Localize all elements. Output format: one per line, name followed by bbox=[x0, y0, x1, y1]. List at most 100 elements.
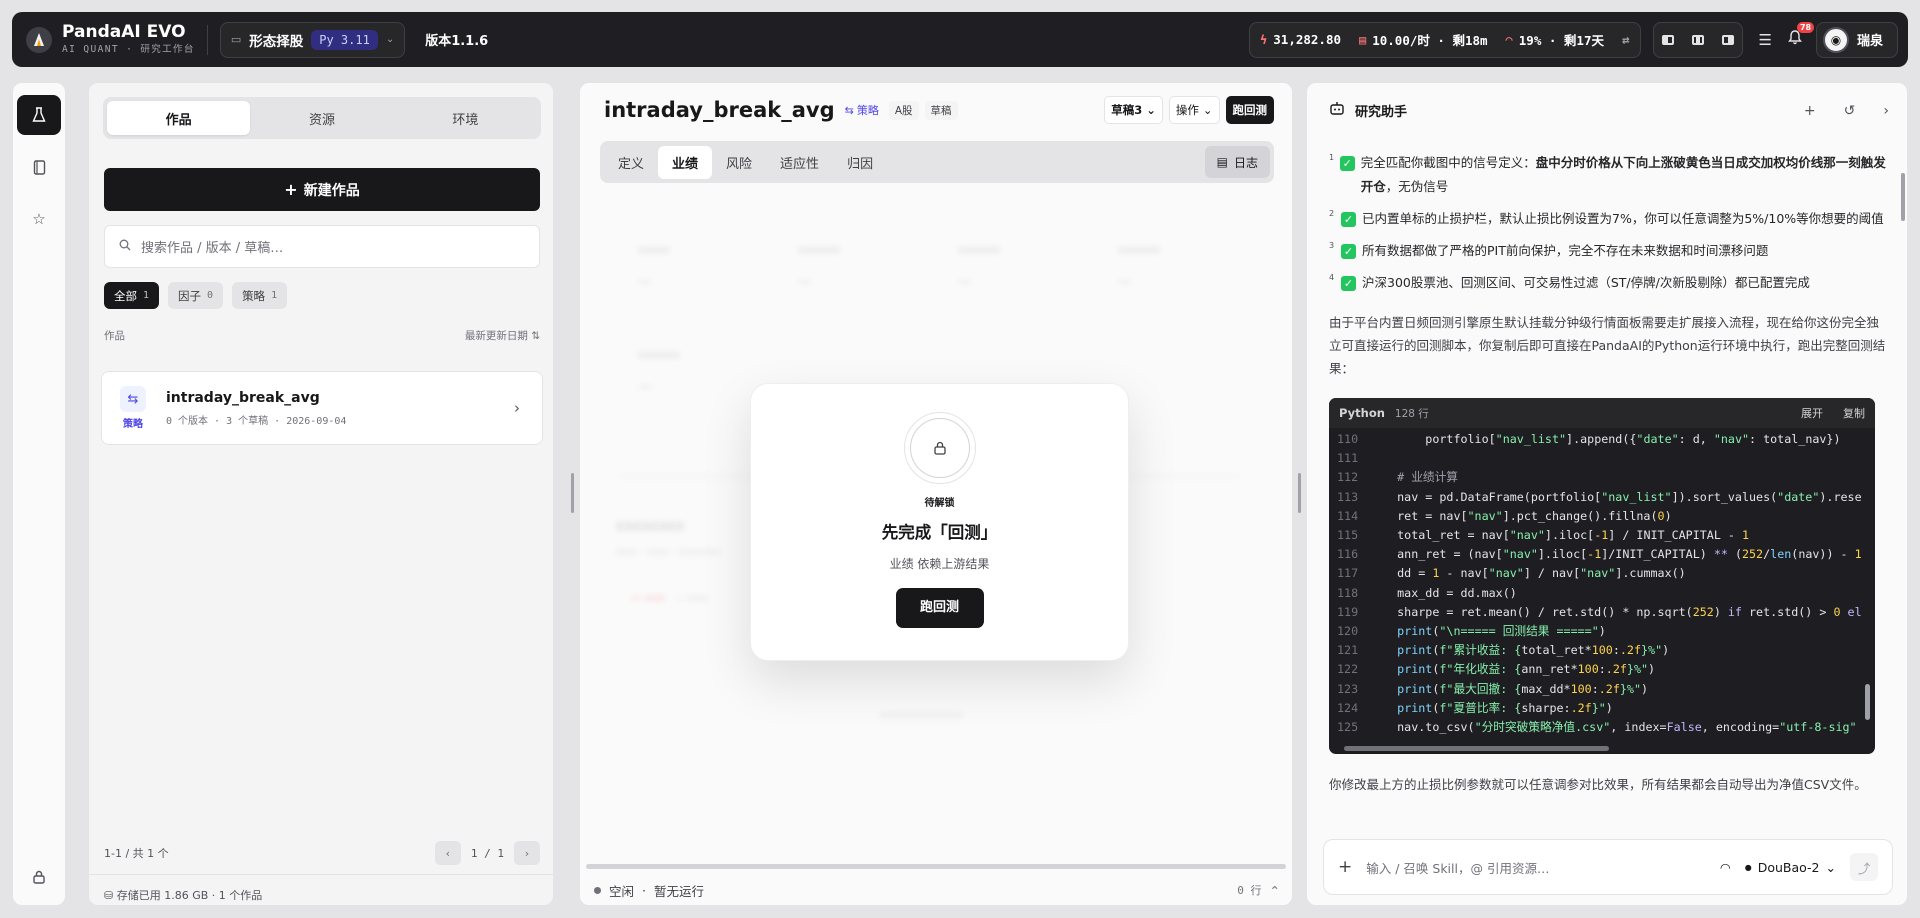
pager-summary: 1-1 / 共 1 个 bbox=[104, 847, 169, 860]
code-header: Python 128 行 展开 复制 bbox=[1329, 398, 1875, 428]
code-vertical-scrollbar[interactable] bbox=[1865, 684, 1870, 720]
bell-icon[interactable]: 78 bbox=[1788, 22, 1815, 49]
quota-value: 19% · 剩17天 bbox=[1518, 33, 1604, 48]
chevron-up-icon[interactable]: ⌃ bbox=[1270, 883, 1280, 898]
book-icon[interactable] bbox=[17, 147, 61, 187]
flask-icon[interactable] bbox=[17, 95, 61, 135]
next-page-button[interactable]: › bbox=[514, 841, 540, 865]
layout-right-icon[interactable] bbox=[1721, 34, 1734, 45]
modal-run-backtest-button[interactable]: 跑回测 bbox=[895, 588, 984, 628]
filter-chips: 全部 1 因子 0 策略 1 bbox=[104, 282, 288, 309]
tab-adaptability[interactable]: 适应性 bbox=[766, 146, 833, 179]
list-item: 4 ✓ 沪深300股票池、回测区间、可交易性过滤（ST/停牌/次新股剔除）都已配… bbox=[1329, 271, 1889, 295]
version-label: 版本1.1.6 bbox=[425, 34, 489, 49]
list-header-title: 作品 bbox=[104, 330, 125, 342]
project-selector[interactable]: ▭ 形态择股 Py 3.11 ⌄ bbox=[219, 21, 406, 58]
item-text: 所有数据都做了严格的PIT前向保护，完全不存在未来数据和时间漂移问题 bbox=[1362, 243, 1769, 258]
horizontal-scrollbar[interactable] bbox=[586, 864, 1286, 869]
star-icon[interactable]: ☆ bbox=[17, 199, 61, 239]
tab-performance[interactable]: 业绩 bbox=[658, 145, 713, 179]
tab-resources[interactable]: 资源 bbox=[250, 101, 393, 135]
assistant-outro: 你修改最上方的止损比例参数就可以任意调参对比效果，所有结果都会自动导出为净值CS… bbox=[1329, 777, 1867, 792]
chevron-down-icon: ⌄ bbox=[1825, 859, 1836, 875]
rate-value: 10.00/时 · 剩18m bbox=[1372, 33, 1488, 48]
run-backtest-button[interactable]: 跑回测 bbox=[1225, 96, 1274, 124]
layout-switcher bbox=[1652, 21, 1743, 58]
chat-composer: + 输入 / 召唤 Skill，@ 引用资源… ◠ ● DouBao-2 ⌄ ⤴ bbox=[1323, 839, 1893, 895]
status-detail: 暂无运行 bbox=[654, 883, 705, 899]
ops-select[interactable]: 操作 ⌄ bbox=[1168, 96, 1220, 124]
code-content: 110 portfolio["nav_list"].append({"date"… bbox=[1337, 432, 1862, 735]
user-menu[interactable]: ◉ 瑞泉 bbox=[1815, 21, 1898, 58]
model-select[interactable]: ● DouBao-2 ⌄ bbox=[1745, 860, 1836, 875]
search-input[interactable]: 搜索作品 / 版本 / 草稿… bbox=[104, 225, 540, 268]
chip-label: 全部 bbox=[114, 288, 137, 303]
menu-list-icon[interactable]: ☰ bbox=[1759, 31, 1772, 49]
expand-code-button[interactable]: 展开 bbox=[1801, 405, 1823, 421]
code-horizontal-scrollbar[interactable] bbox=[1344, 746, 1609, 751]
strategy-icon: ⇆ bbox=[844, 103, 854, 117]
lightning-icon: ϟ bbox=[1260, 32, 1268, 47]
folder-icon: ▭ bbox=[230, 33, 242, 46]
prev-page-button[interactable]: ‹ bbox=[434, 841, 461, 865]
server-icon: ▤ bbox=[1359, 32, 1367, 47]
chevron-right-icon[interactable]: › bbox=[1883, 103, 1889, 119]
left-rail: ☆ bbox=[12, 82, 66, 906]
log-button[interactable]: ▤ 日志 bbox=[1204, 146, 1270, 178]
draft-badge: 草稿 bbox=[924, 100, 958, 120]
plus-icon[interactable]: + bbox=[1804, 103, 1816, 119]
work-card[interactable]: ⇆ 策略 intraday_break_avg 0 个版本 · 3 个草稿 · … bbox=[101, 371, 543, 445]
history-icon[interactable]: ↺ bbox=[1844, 103, 1856, 119]
avatar: ◉ bbox=[1822, 26, 1849, 53]
panda-logo-icon bbox=[26, 26, 52, 53]
chevron-down-icon: ⌄ bbox=[385, 34, 395, 45]
send-button[interactable]: ⤴ bbox=[1850, 853, 1878, 881]
tab-environment[interactable]: 环境 bbox=[394, 101, 537, 135]
chip-strategy[interactable]: 策略 1 bbox=[232, 282, 288, 309]
draft-select-label: 草稿3 bbox=[1111, 103, 1143, 117]
modal-subtitle: 业绩 依赖上游结果 bbox=[889, 557, 990, 571]
assistant-intro: 由于平台内置日频回测引擎原生默认挂载分钟级行情面板需要走扩展接入流程，现在给你这… bbox=[1329, 315, 1886, 376]
check-icon: ✓ bbox=[1341, 276, 1356, 291]
chip-label: 因子 bbox=[178, 288, 202, 303]
resize-handle-right[interactable] bbox=[1298, 473, 1301, 513]
tab-attribution[interactable]: 归因 bbox=[833, 146, 887, 179]
copy-code-button[interactable]: 复制 bbox=[1843, 405, 1865, 421]
send-icon: ⤴ bbox=[1857, 860, 1871, 876]
usage-stats[interactable]: ϟ 31,282.80 ▤ 10.00/时 · 剩18m ◠ 19% · 剩17天 ⇄ bbox=[1249, 21, 1641, 58]
chip-factor[interactable]: 因子 0 bbox=[168, 282, 224, 309]
detail-tabs: 定义 业绩 风险 适应性 归因 ▤ 日志 bbox=[600, 141, 1274, 183]
code-line-count: 128 行 bbox=[1394, 407, 1429, 420]
sort-control[interactable]: 最新更新日期 ⇅ bbox=[465, 328, 540, 343]
checklist: 1 ✓ 完全匹配你截图中的信号定义：盘中分时价格从下向上涨破黄色当日成交加权均价… bbox=[1329, 151, 1889, 303]
works-tabs: 作品 资源 环境 bbox=[103, 97, 541, 139]
app-logo[interactable]: PandaAI EVO AI QUANT · 研究工作台 bbox=[26, 23, 195, 56]
new-work-button[interactable]: + 新建作品 bbox=[104, 168, 540, 211]
chevron-down-icon: ⌄ bbox=[1146, 103, 1156, 117]
tab-risk[interactable]: 风险 bbox=[712, 146, 766, 179]
work-title: intraday_break_avg bbox=[166, 389, 320, 406]
item-number: 3 bbox=[1329, 241, 1335, 250]
plus-icon[interactable]: + bbox=[1338, 857, 1352, 877]
layout-center-icon[interactable] bbox=[1691, 34, 1704, 45]
chip-label: 策略 bbox=[242, 288, 266, 303]
status-dot bbox=[594, 886, 601, 894]
item-number: 2 bbox=[1329, 209, 1335, 218]
tab-definition[interactable]: 定义 bbox=[604, 146, 658, 179]
assistant-header: 研究助手 + ↺ › bbox=[1329, 101, 1889, 120]
works-panel: 作品 资源 环境 + 新建作品 搜索作品 / 版本 / 草稿… 全部 1 因子 0 … bbox=[88, 82, 554, 906]
strategy-icon: ⇆ bbox=[120, 386, 146, 412]
type-badge: ⇆ 策略 bbox=[845, 102, 879, 118]
chat-input[interactable]: 输入 / 召唤 Skill，@ 引用资源… bbox=[1366, 858, 1706, 877]
plus-icon: + bbox=[284, 180, 298, 199]
draft-select[interactable]: 草稿3 ⌄ bbox=[1104, 96, 1163, 124]
resize-handle-left[interactable] bbox=[571, 473, 574, 513]
assistant-scrollbar[interactable] bbox=[1901, 173, 1905, 221]
page-indicator: 1 / 1 bbox=[470, 846, 504, 860]
tab-works[interactable]: 作品 bbox=[107, 101, 251, 135]
assistant-panel: 研究助手 + ↺ › 1 ✓ 完全匹配你截图中的信号定义：盘中分时价格从下向上涨… bbox=[1306, 82, 1908, 906]
lock-icon[interactable] bbox=[17, 857, 61, 897]
layout-left-icon[interactable] bbox=[1661, 34, 1674, 45]
item-text-plain: 完全匹配你截图中的信号定义： bbox=[1360, 155, 1536, 170]
chip-all[interactable]: 全部 1 bbox=[104, 282, 160, 309]
